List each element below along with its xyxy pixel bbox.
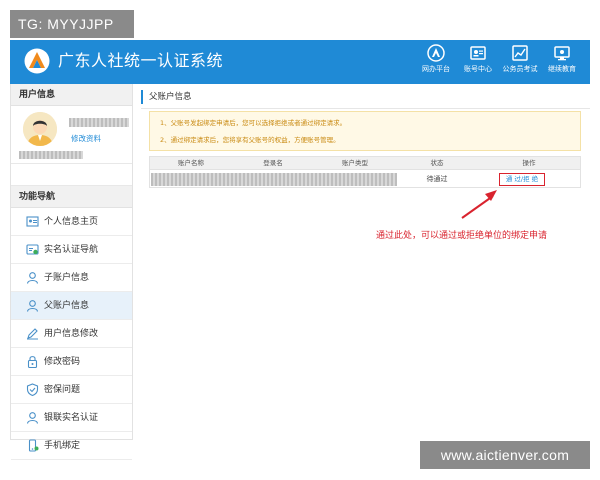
shield-icon bbox=[26, 383, 39, 396]
monitor-icon bbox=[554, 46, 570, 61]
watermark-bottom: www.aictienver.com bbox=[420, 441, 590, 469]
sidebar-item-sub-account[interactable]: 子账户信息 bbox=[11, 264, 132, 292]
watermark-top: TG: MYYJJPP bbox=[10, 10, 134, 38]
sidebar-item-security-question[interactable]: 密保问题 bbox=[11, 376, 132, 404]
id-card-icon bbox=[470, 46, 486, 60]
avatar-person-icon bbox=[23, 112, 57, 146]
annotation-arrow-icon bbox=[461, 190, 497, 219]
edit-profile-link[interactable]: 修改资料 bbox=[71, 133, 101, 144]
sidebar-item-label: 修改密码 bbox=[44, 357, 81, 367]
function-nav-heading: 功能导航 bbox=[11, 186, 132, 208]
sidebar-item-parent-account[interactable]: 父账户信息 bbox=[11, 292, 132, 320]
sidebar-item-edit-user-info[interactable]: 用户信息修改 bbox=[11, 320, 132, 348]
sidebar-item-label: 子账户信息 bbox=[44, 273, 90, 283]
sidebar-item-label: 密保问题 bbox=[44, 385, 81, 395]
sidebar-item-label: 用户信息修改 bbox=[44, 329, 99, 339]
user-info-heading: 用户信息 bbox=[11, 84, 132, 106]
user-icon bbox=[26, 272, 39, 284]
nav-civil-exam[interactable]: 公务员考试 bbox=[500, 42, 540, 82]
user-icon bbox=[26, 412, 39, 424]
sidebar-item-change-password[interactable]: 修改密码 bbox=[11, 348, 132, 376]
system-title: 广东人社统一认证系统 bbox=[58, 51, 224, 70]
sidebar: 用户信息 修改资料 功能导航 个人信息主页 实名认证导航 子账户信息 父账户信息… bbox=[10, 84, 133, 460]
username-redacted bbox=[69, 118, 129, 127]
sidebar-item-label: 实名认证导航 bbox=[44, 245, 99, 255]
sidebar-item-label: 个人信息主页 bbox=[44, 217, 99, 227]
id-verify-icon bbox=[26, 244, 39, 255]
sidebar-item-phone-binding[interactable]: 手机绑定 bbox=[11, 432, 132, 460]
sidebar-item-profile-home[interactable]: 个人信息主页 bbox=[11, 208, 132, 236]
annotation-text: 通过此处，可以通过或拒绝单位的绑定申请 bbox=[376, 231, 548, 241]
avatar bbox=[23, 112, 57, 146]
sidebar-spacer bbox=[11, 164, 132, 186]
exam-chart-icon bbox=[512, 45, 528, 61]
lock-icon bbox=[27, 356, 38, 368]
phone-icon bbox=[28, 439, 39, 452]
top-header: 广东人社统一认证系统 网办平台 账号中心 公务员考试 继续教育 bbox=[10, 40, 590, 84]
sidebar-item-unionpay-verify[interactable]: 银联实名认证 bbox=[11, 404, 132, 432]
user-icon bbox=[26, 300, 39, 312]
account-id-redacted bbox=[19, 151, 83, 159]
main-content: 父账户信息 1、父账号发起绑定申请后，您可以选择拒绝或者通过绑定请求。 2、通过… bbox=[141, 84, 590, 440]
user-info-box: 修改资料 bbox=[11, 106, 132, 164]
person-a-icon bbox=[427, 44, 445, 62]
sidebar-item-real-name-nav[interactable]: 实名认证导航 bbox=[11, 236, 132, 264]
sidebar-item-label: 父账户信息 bbox=[44, 301, 90, 311]
pencil-icon bbox=[27, 328, 38, 340]
logo-icon bbox=[24, 48, 50, 74]
nav-portal[interactable]: 网办平台 bbox=[416, 42, 456, 82]
nav-continuing-education[interactable]: 继续教育 bbox=[542, 42, 582, 82]
sidebar-item-label: 银联实名认证 bbox=[44, 413, 99, 423]
sidebar-item-label: 手机绑定 bbox=[44, 441, 81, 451]
nav-continuing-education-label: 继续教育 bbox=[548, 65, 576, 73]
profile-home-icon bbox=[26, 216, 39, 227]
nav-account-center[interactable]: 账号中心 bbox=[458, 42, 498, 82]
